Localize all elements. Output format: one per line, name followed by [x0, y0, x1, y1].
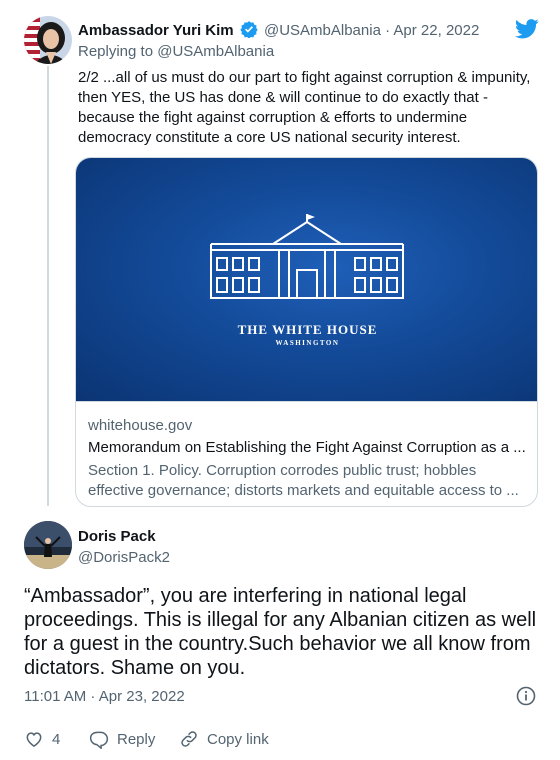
card-domain: whitehouse.gov: [88, 417, 193, 434]
link-preview-card[interactable]: THE WHITE HOUSE WASHINGTON whitehouse.go…: [75, 157, 538, 507]
author-name[interactable]: Doris Pack: [78, 528, 156, 545]
thread-connector-line: [47, 66, 49, 506]
author-handle-date[interactable]: @USAmbAlbania · Apr 22, 2022: [264, 22, 479, 39]
like-count: 4: [52, 730, 61, 748]
white-house-icon: [210, 214, 404, 299]
card-image-subtitle: WASHINGTON: [275, 339, 340, 347]
replying-to: Replying to @USAmbAlbania: [78, 43, 274, 60]
copy-link-button[interactable]: Copy link: [179, 729, 269, 749]
card-image: THE WHITE HOUSE WASHINGTON: [76, 158, 537, 402]
reply-label: Reply: [117, 730, 156, 748]
avatar-yuri-kim[interactable]: [24, 16, 72, 64]
tweet1-text: 2/2 ...all of us must do our part to fig…: [78, 69, 531, 146]
link-icon: [179, 729, 199, 749]
replying-to-prefix: Replying to: [78, 43, 158, 60]
verified-badge-icon: [240, 20, 258, 42]
author-handle[interactable]: @DorisPack2: [78, 549, 170, 566]
avatar-doris-pack[interactable]: [24, 521, 72, 569]
twitter-bird-icon[interactable]: [514, 18, 539, 45]
heart-icon: [24, 729, 44, 749]
tweet-timestamp[interactable]: 11:01 AM · Apr 23, 2022: [24, 688, 185, 705]
tweet2-text: “Ambassador”, you are interfering in nat…: [24, 585, 537, 679]
reply-icon: [89, 729, 109, 749]
info-icon[interactable]: [516, 686, 536, 711]
card-title: Memorandum on Establishing the Fight Aga…: [88, 439, 526, 456]
author-name[interactable]: Ambassador Yuri Kim: [78, 22, 234, 39]
card-description: Section 1. Policy. Corruption corrodes p…: [88, 462, 519, 499]
like-button[interactable]: 4: [24, 729, 60, 749]
card-image-title: THE WHITE HOUSE: [237, 322, 378, 337]
reply-button[interactable]: Reply: [89, 729, 155, 749]
tweet1-header: Ambassador Yuri Kim @USAmbAlbania · Apr …: [78, 20, 479, 42]
copy-link-label: Copy link: [207, 730, 269, 748]
replying-to-handle-link[interactable]: @USAmbAlbania: [157, 43, 274, 60]
